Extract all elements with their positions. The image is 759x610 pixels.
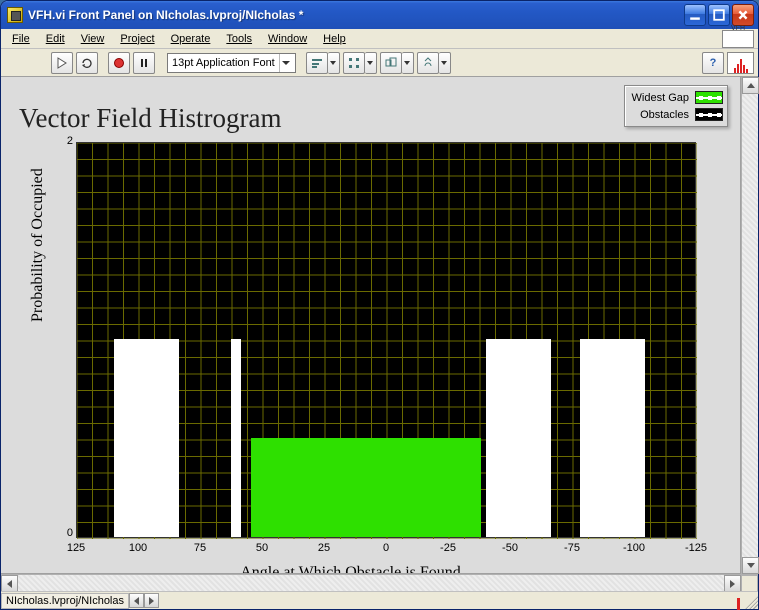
x-axis-ticks: 125 100 75 50 25 0 -25 -50 -75 -100 -125 xyxy=(76,542,696,556)
x-tick: 75 xyxy=(194,542,206,554)
menu-window[interactable]: Window xyxy=(261,32,314,46)
menu-tools[interactable]: Tools xyxy=(219,32,259,46)
project-path: NIcholas.lvproj/NIcholas xyxy=(6,595,124,607)
legend-row-widest-gap[interactable]: Widest Gap xyxy=(629,89,723,106)
run-button[interactable] xyxy=(51,52,73,74)
abort-button[interactable] xyxy=(108,52,130,74)
reorder-button[interactable] xyxy=(417,52,451,74)
x-tick: -25 xyxy=(440,542,456,554)
chevron-down-icon xyxy=(279,54,293,72)
front-panel-canvas[interactable]: Widest Gap Obstacles Vector Field Histro… xyxy=(1,77,741,574)
x-tick: 125 xyxy=(67,542,85,554)
legend-row-obstacles[interactable]: Obstacles xyxy=(629,106,723,123)
scroll-corner xyxy=(741,575,758,592)
project-path-cell[interactable]: NIcholas.lvproj/NIcholas xyxy=(1,593,129,609)
x-axis-label: Angle at Which Obstacle is Found xyxy=(1,564,700,574)
font-label: 13pt Application Font xyxy=(172,57,275,69)
scroll-down-button[interactable] xyxy=(742,557,759,574)
x-tick: 50 xyxy=(256,542,268,554)
widest-gap-bar xyxy=(251,438,482,537)
resize-objects-button[interactable] xyxy=(380,52,414,74)
run-continuous-button[interactable] xyxy=(76,52,98,74)
pause-button[interactable] xyxy=(133,52,155,74)
y-tick: 2 xyxy=(67,135,73,147)
y-axis-label: Probability of Occupied xyxy=(29,168,47,322)
menu-operate[interactable]: Operate xyxy=(164,32,218,46)
scroll-left-button[interactable] xyxy=(1,575,18,592)
legend-swatch-black xyxy=(695,108,723,121)
body-area: Widest Gap Obstacles Vector Field Histro… xyxy=(1,77,758,574)
x-tick: -125 xyxy=(685,542,707,554)
minimize-button[interactable] xyxy=(684,4,706,26)
bar-layer xyxy=(77,143,695,537)
y-axis-ticks: 2 0 xyxy=(61,135,75,543)
vertical-scrollbar[interactable] xyxy=(741,77,758,574)
scroll-up-button[interactable] xyxy=(742,77,759,94)
menu-file[interactable]: File xyxy=(5,32,37,46)
close-button[interactable] xyxy=(732,4,754,26)
x-tick: -50 xyxy=(502,542,518,554)
menu-help[interactable]: Help xyxy=(316,32,353,46)
x-tick: 100 xyxy=(129,542,147,554)
graph-palette-icon[interactable] xyxy=(727,52,754,74)
obstacle-bar xyxy=(486,339,550,537)
resize-grip[interactable] xyxy=(742,593,758,609)
x-tick: 0 xyxy=(383,542,389,554)
context-help-button[interactable]: ? xyxy=(702,52,724,74)
x-tick: -75 xyxy=(564,542,580,554)
window-title: VFH.vi Front Panel on NIcholas.lvproj/NI… xyxy=(28,8,684,22)
scroll-right-button[interactable] xyxy=(724,575,741,592)
font-selector[interactable]: 13pt Application Font xyxy=(167,53,296,73)
statusbar: NIcholas.lvproj/NIcholas xyxy=(1,591,758,609)
scroll-track[interactable] xyxy=(18,575,724,591)
menu-project[interactable]: Project xyxy=(113,32,161,46)
scroll-track[interactable] xyxy=(742,94,758,557)
x-tick: 25 xyxy=(318,542,330,554)
vi-indicator-icon[interactable]: VFH xyxy=(722,30,754,48)
titlebar[interactable]: VFH.vi Front Panel on NIcholas.lvproj/NI… xyxy=(1,1,758,29)
app-window: VFH.vi Front Panel on NIcholas.lvproj/NI… xyxy=(0,0,759,610)
y-tick: 0 xyxy=(67,527,73,539)
maximize-button[interactable] xyxy=(708,4,730,26)
vi-icon xyxy=(7,7,23,23)
toolbar: 13pt Application Font ? xyxy=(1,49,758,77)
menu-view[interactable]: View xyxy=(74,32,112,46)
menubar: File Edit View Project Operate Tools Win… xyxy=(1,29,758,49)
legend-label: Obstacles xyxy=(629,109,689,121)
chart-legend[interactable]: Widest Gap Obstacles xyxy=(624,85,728,127)
menu-edit[interactable]: Edit xyxy=(39,32,72,46)
nav-prev-button[interactable] xyxy=(129,593,144,608)
legend-label: Widest Gap xyxy=(629,92,689,104)
chart-title: Vector Field Histrogram xyxy=(19,103,281,134)
horizontal-scrollbar[interactable] xyxy=(1,574,758,591)
obstacle-bar xyxy=(231,339,241,537)
histogram-plot[interactable] xyxy=(76,142,696,538)
nav-next-button[interactable] xyxy=(144,593,159,608)
x-tick: -100 xyxy=(623,542,645,554)
distribute-objects-button[interactable] xyxy=(343,52,377,74)
obstacle-bar xyxy=(580,339,644,537)
obstacle-bar xyxy=(114,339,178,537)
align-objects-button[interactable] xyxy=(306,52,340,74)
legend-swatch-green xyxy=(695,91,723,104)
